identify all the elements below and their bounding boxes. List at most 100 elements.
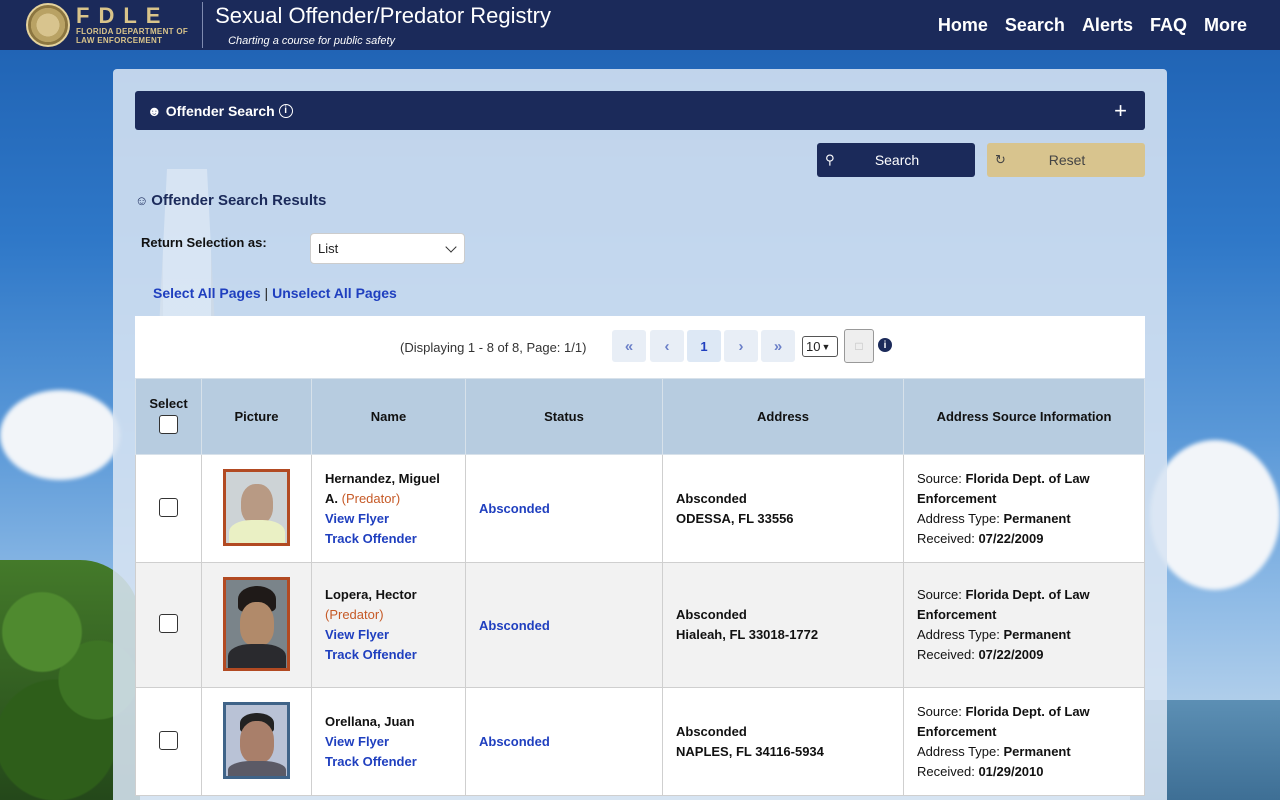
next-page-button[interactable]: › [724,330,758,362]
source-label: Source: [917,587,962,602]
header-address: Address [662,378,904,455]
select-cell [135,454,202,563]
received-label: Received: [917,647,975,662]
source-label: Source: [917,703,962,719]
status-link[interactable]: Absconded [479,501,550,516]
selection-links: Select All Pages | Unselect All Pages [153,285,397,301]
offender-photo[interactable] [223,468,290,546]
view-flyer-link[interactable]: View Flyer [325,732,452,752]
background-cloud [1150,440,1280,590]
export-document-icon[interactable]: □ [844,329,874,363]
address-line: ODESSA, FL 33556 [676,510,794,526]
row-checkbox[interactable] [159,614,178,633]
users-icon: ☺ [135,193,149,208]
offender-photo[interactable] [223,701,290,779]
logo-subtext: FLORIDA DEPARTMENT OF [76,27,189,36]
results-title: Offender Search Results [151,192,327,209]
chevron-down-icon: ▼ [821,341,831,352]
header-select-label: Select [149,396,188,411]
track-offender-link[interactable]: Track Offender [325,645,452,665]
pagination-display-text: (Displaying 1 - 8 of 8, Page: 1/1) [400,340,587,355]
track-offender-link[interactable]: Track Offender [325,529,452,549]
search-button-label: Search [874,152,920,168]
row-checkbox[interactable] [159,730,178,750]
results-table: Select Picture Name Status Address Addre… [135,378,1145,796]
expand-plus-icon[interactable]: + [1114,98,1127,124]
main-nav: Home Search Alerts FAQ More [938,15,1247,36]
source-label: Source: [917,470,962,486]
address-line: Hialeah, FL 33018-1772 [676,627,819,642]
fdle-logo[interactable]: FDLE FLORIDA DEPARTMENT OF LAW ENFORCEME… [26,3,188,47]
info-icon[interactable]: i [878,338,892,352]
nav-alerts[interactable]: Alerts [1082,15,1133,36]
header-divider [202,2,204,48]
name-cell: Orellana, Juan View Flyer Track Offender [311,687,466,796]
name-cell: Hernandez, Miguel A. (Predator) View Fly… [311,454,466,563]
header-picture: Picture [201,378,312,455]
prev-page-button[interactable]: ‹ [650,330,684,362]
address-type-label: Address Type: [917,627,1000,642]
header-address-source: Address Source Information [903,378,1145,455]
nav-search[interactable]: Search [1005,15,1065,36]
address-cell: Absconded Hialeah, FL 33018-1772 [662,562,904,688]
name-cell: Lopera, Hector (Predator) View Flyer Tra… [311,562,466,688]
return-selection-label: Return Selection as: [141,235,267,250]
table-row: Orellana, Juan View Flyer Track Offender… [135,687,1145,796]
first-page-button[interactable]: « [612,330,646,362]
source-cell: Source: Florida Dept. of Law Enforcement… [903,687,1145,796]
nav-faq[interactable]: FAQ [1150,15,1187,36]
table-row: Lopera, Hector (Predator) View Flyer Tra… [135,562,1145,688]
track-offender-link[interactable]: Track Offender [325,752,452,772]
logo-text: FDLE [76,3,170,28]
refresh-icon: ↻ [995,152,1006,167]
picture-cell [201,687,312,796]
received-label: Received: [917,530,975,546]
link-separator: | [264,285,269,301]
source-cell: Source: Florida Dept. of Law Enforcement… [903,562,1145,688]
return-selection-value: List [318,241,339,256]
offender-photo[interactable] [223,576,290,671]
table-header-row: Select Picture Name Status Address Addre… [135,378,1145,455]
picture-cell [201,454,312,563]
status-link[interactable]: Absconded [479,618,550,633]
nav-more[interactable]: More [1204,15,1247,36]
row-checkbox[interactable] [159,497,178,517]
fdle-seal-icon [26,3,70,47]
received-value: 07/22/2009 [978,530,1044,546]
address-cell: Absconded ODESSA, FL 33556 [662,454,904,563]
select-all-checkbox[interactable] [159,415,178,434]
address-line: NAPLES, FL 34116-5934 [676,743,824,759]
main-panel: ☻ Offender Search i + ⚲ Search ↻ Reset ☺… [113,69,1167,800]
select-all-pages-link[interactable]: Select All Pages [153,285,261,301]
address-line: Absconded [676,723,747,739]
search-button[interactable]: ⚲ Search [817,143,975,177]
last-page-button[interactable]: » [761,330,795,362]
select-cell [135,687,202,796]
site-header: FDLE FLORIDA DEPARTMENT OF LAW ENFORCEME… [0,0,1280,50]
current-page-button[interactable]: 1 [687,330,721,362]
offender-designation: (Predator) [325,607,384,622]
info-icon[interactable]: i [278,103,293,118]
offender-search-accordion[interactable]: ☻ Offender Search i + [135,91,1145,130]
offender-name: Lopera, Hector [325,587,417,602]
nav-home[interactable]: Home [938,15,988,36]
address-type-value: Permanent [1003,743,1071,759]
view-flyer-link[interactable]: View Flyer [325,625,452,645]
header-name: Name [311,378,466,455]
chevron-down-icon [445,240,457,253]
address-type-label: Address Type: [917,510,1000,526]
offender-designation: (Predator) [341,490,401,506]
status-link[interactable]: Absconded [479,734,550,749]
return-selection-select[interactable]: List [310,233,465,264]
select-cell [135,562,202,688]
site-title: Sexual Offender/Predator Registry [215,3,551,28]
reset-button-label: Reset [1048,152,1086,168]
header-status: Status [465,378,663,455]
results-heading: ☺ Offender Search Results [135,192,326,209]
reset-button[interactable]: ↻ Reset [987,143,1145,177]
page-size-select[interactable]: 10 ▼ [802,336,838,357]
view-flyer-link[interactable]: View Flyer [325,509,452,529]
unselect-all-pages-link[interactable]: Unselect All Pages [272,285,397,301]
status-cell: Absconded [465,687,663,796]
pagination-bar: (Displaying 1 - 8 of 8, Page: 1/1) « ‹ 1… [135,316,1145,378]
